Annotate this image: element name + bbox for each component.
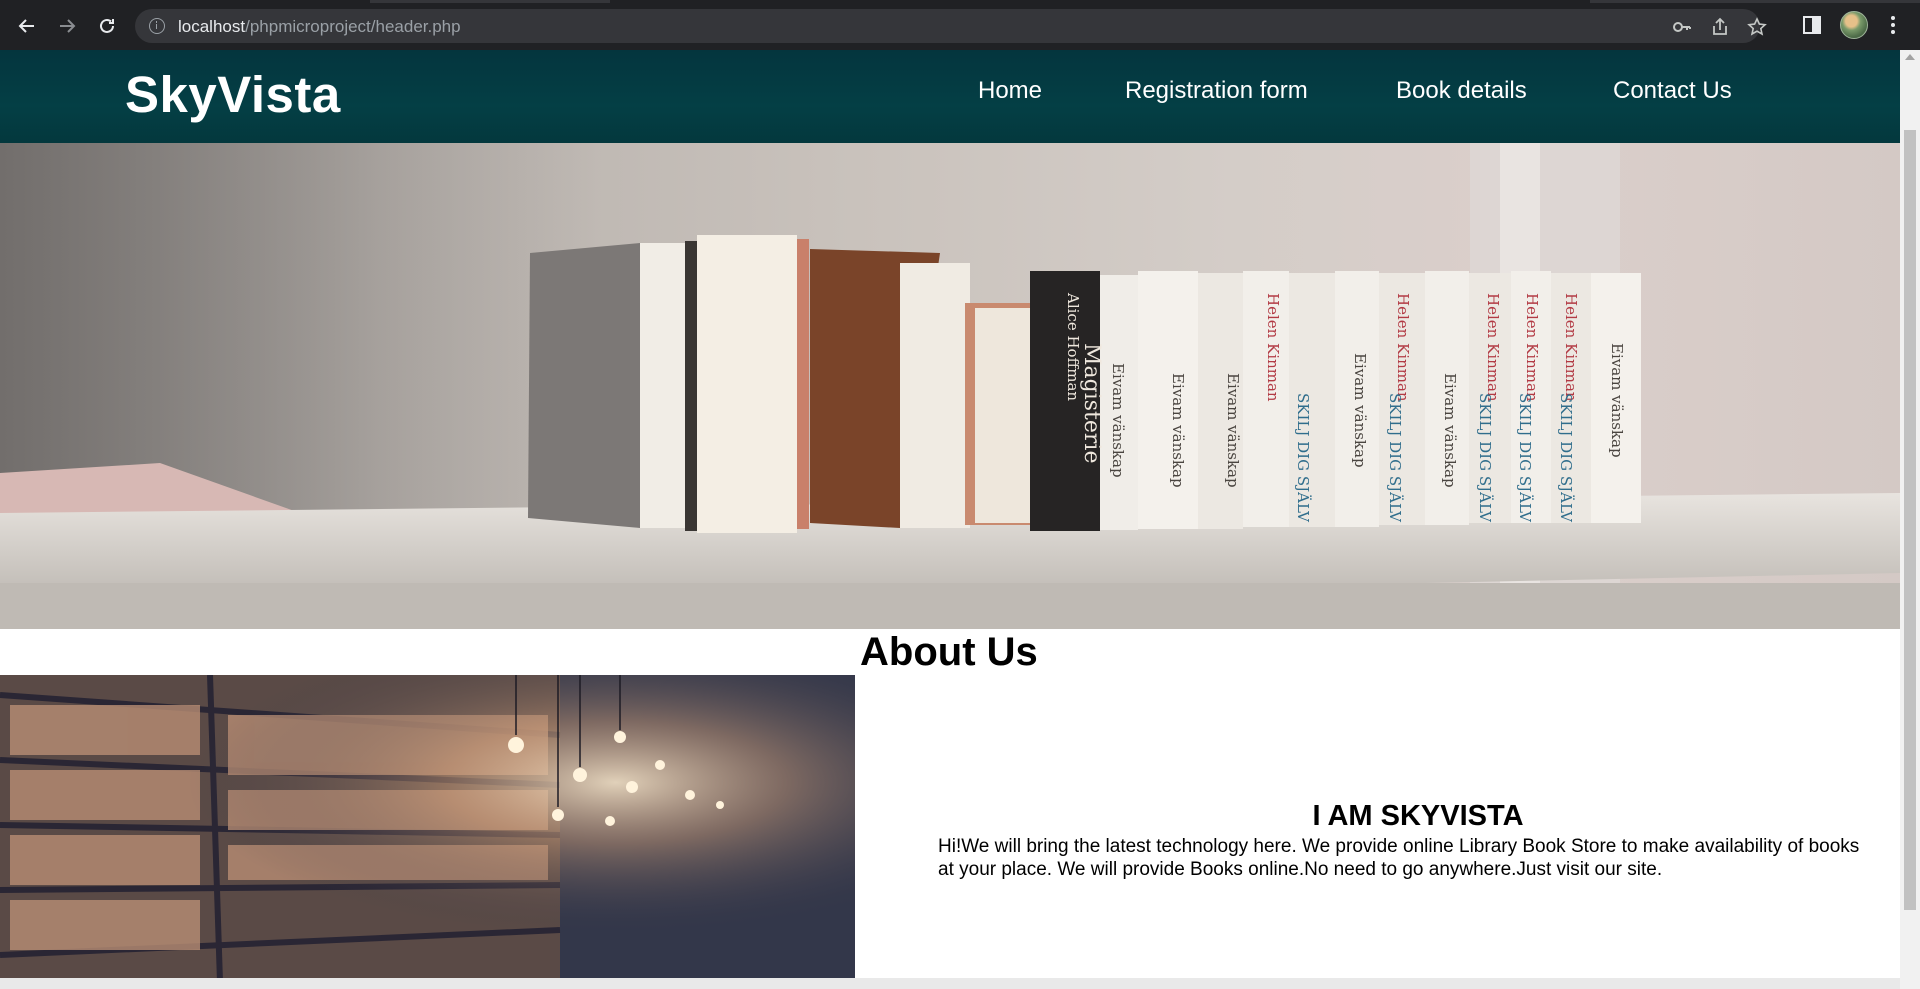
- spine-text: Eivam vänskap: [1109, 363, 1127, 478]
- spine-text: SKILJ DIG SJÄLV: [1294, 393, 1312, 523]
- spine-text: SKILJ DIG SJÄLV: [1386, 393, 1404, 523]
- spine-text: SKILJ DIG SJÄLV: [1557, 393, 1575, 523]
- about-us-title: About Us: [860, 630, 1038, 674]
- scroll-up-arrow-icon[interactable]: [1905, 54, 1915, 60]
- bookshelf-illustration: Alice Hoffman Magisterie Eivam vänskap E…: [0, 143, 1900, 629]
- spine-text: Helen Kinman: [1484, 293, 1502, 402]
- browser-toolbar: localhost/phpmicroproject/header.php: [0, 0, 1920, 50]
- site-logo[interactable]: SkyVista: [125, 65, 341, 124]
- hero-banner-image: Alice Hoffman Magisterie Eivam vänskap E…: [0, 143, 1900, 629]
- spine-text: Helen Kinman: [1562, 293, 1580, 402]
- vertical-scrollbar[interactable]: [1900, 50, 1920, 989]
- profile-avatar[interactable]: [1840, 11, 1868, 39]
- spine-text: SKILJ DIG SJÄLV: [1516, 393, 1534, 523]
- star-icon[interactable]: [1747, 17, 1767, 37]
- kebab-menu-icon[interactable]: [1880, 12, 1906, 38]
- forward-arrow-icon[interactable]: [53, 12, 81, 40]
- spine-text: Eivam vänskap: [1224, 373, 1242, 488]
- nav-home[interactable]: Home: [978, 77, 1042, 105]
- spine-text: Eivam vänskap: [1608, 343, 1626, 458]
- nav-registration-form[interactable]: Registration form: [1125, 77, 1308, 105]
- url-text[interactable]: localhost/phpmicroproject/header.php: [178, 17, 461, 37]
- info-icon[interactable]: [149, 18, 165, 34]
- about-description: Hi!We will bring the latest technology h…: [938, 836, 1860, 880]
- spine-text: Eivam vänskap: [1441, 373, 1459, 488]
- address-bar[interactable]: localhost/phpmicroproject/header.php: [135, 9, 1767, 43]
- back-arrow-icon[interactable]: [13, 12, 41, 40]
- library-image: [0, 675, 855, 982]
- spine-text: Magisterie: [1079, 343, 1104, 463]
- about-heading: I AM SKYVISTA: [1312, 800, 1524, 832]
- spine-text: Helen Kinman: [1264, 293, 1282, 402]
- key-icon[interactable]: [1672, 17, 1692, 37]
- reload-icon[interactable]: [93, 12, 121, 40]
- spine-text: Eivam vänskap: [1351, 353, 1369, 468]
- nav-book-details[interactable]: Book details: [1396, 77, 1527, 105]
- spine-text: Helen Kinman: [1523, 293, 1541, 402]
- tab-strip: [0, 0, 1920, 3]
- spine-text: Eivam vänskap: [1169, 373, 1187, 488]
- side-panel-icon[interactable]: [1799, 12, 1825, 38]
- spine-text: SKILJ DIG SJÄLV: [1476, 393, 1494, 523]
- site-header: SkyVista Home Registration form Book det…: [0, 50, 1900, 143]
- horizontal-scrollbar[interactable]: [0, 978, 1900, 989]
- share-icon[interactable]: [1710, 17, 1730, 37]
- nav-contact-us[interactable]: Contact Us: [1613, 77, 1732, 105]
- web-page: SkyVista Home Registration form Book det…: [0, 50, 1900, 989]
- scrollbar-thumb[interactable]: [1904, 130, 1916, 910]
- spine-text: Helen Kinman: [1394, 293, 1412, 402]
- library-illustration: [0, 675, 855, 982]
